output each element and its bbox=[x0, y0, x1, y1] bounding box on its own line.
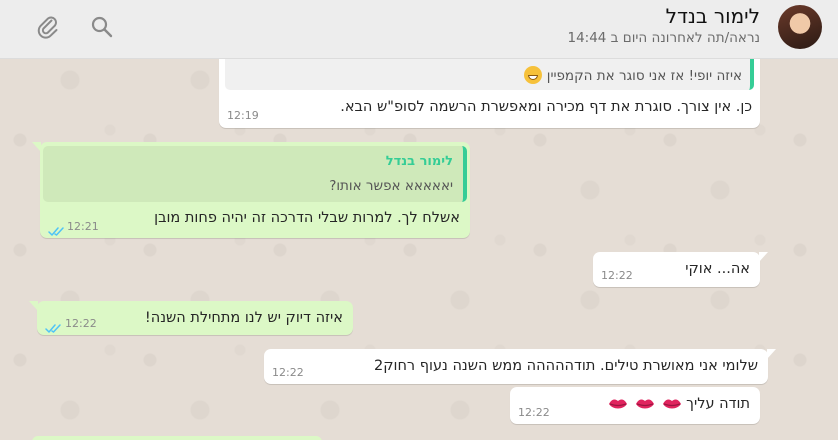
message-time: 12:22 bbox=[518, 406, 550, 419]
message-bubble-incoming[interactable]: תודה עליך 12:22 bbox=[510, 387, 760, 424]
message-text: שלומי אני מאושרת טילים. תודההההה ממש השנ… bbox=[373, 358, 758, 374]
message-text: אה... אוקי bbox=[685, 261, 750, 277]
grinning-face-emoji bbox=[524, 66, 543, 84]
double-check-icon bbox=[48, 222, 66, 236]
message-time: 12:22 bbox=[601, 269, 633, 282]
kiss-mark-emoji bbox=[662, 399, 681, 409]
search-icon[interactable] bbox=[89, 14, 115, 40]
message-time: 12:22 bbox=[65, 317, 97, 330]
double-check-icon bbox=[45, 319, 63, 333]
message-bubble-outgoing[interactable]: לימור בנדל יאאאאא אפשר אותו? אשלח לך. למ… bbox=[32, 142, 470, 238]
chat-window: לימור בנדל נראה/תה לאחרונה היום ב 14:44 … bbox=[0, 0, 838, 440]
quoted-message-text: יאאאאא אפשר אותו? bbox=[329, 178, 453, 194]
paperclip-icon[interactable] bbox=[35, 14, 61, 40]
message-text: אשלח לך. למרות שבלי הדרכה זה יהיה פחות מ… bbox=[154, 210, 460, 226]
message-time: 12:19 bbox=[227, 109, 259, 122]
message-text: כן. אין צורך. סוגרת את דף מכירה ומאפשרת … bbox=[340, 99, 752, 115]
message-bubble-incoming[interactable]: שלומי אני מאושרת טילים. תודההההה ממש השנ… bbox=[264, 349, 776, 384]
message-time: 12:22 bbox=[272, 366, 304, 379]
message-bubble-incoming[interactable]: איזה יופי! אז אני סוגר את הקמפיין כן. אי… bbox=[219, 48, 760, 128]
kiss-mark-emoji bbox=[609, 399, 628, 409]
message-time: 12:21 bbox=[67, 220, 99, 233]
contact-last-seen: נראה/תה לאחרונה היום ב 14:44 bbox=[567, 30, 760, 46]
quoted-message[interactable]: לימור בנדל יאאאאא אפשר אותו? bbox=[43, 146, 467, 202]
kiss-mark-emoji bbox=[635, 399, 654, 409]
message-bubble-incoming[interactable]: אה... אוקי 12:22 bbox=[593, 252, 768, 287]
message-text: תודה עליך bbox=[606, 396, 750, 412]
contact-avatar[interactable] bbox=[778, 5, 822, 49]
contact-name[interactable]: לימור בנדל bbox=[666, 4, 760, 28]
quoted-message-author: לימור בנדל bbox=[385, 154, 453, 169]
chat-header: לימור בנדל נראה/תה לאחרונה היום ב 14:44 bbox=[0, 0, 838, 59]
message-bubble-outgoing-partial[interactable] bbox=[32, 436, 322, 440]
message-bubble-outgoing[interactable]: איזה דיוק יש לנו מתחילת השנה! 12:22 bbox=[29, 301, 353, 335]
quoted-message-text: איזה יופי! אז אני סוגר את הקמפיין bbox=[522, 66, 742, 84]
message-text: איזה דיוק יש לנו מתחילת השנה! bbox=[144, 310, 343, 326]
